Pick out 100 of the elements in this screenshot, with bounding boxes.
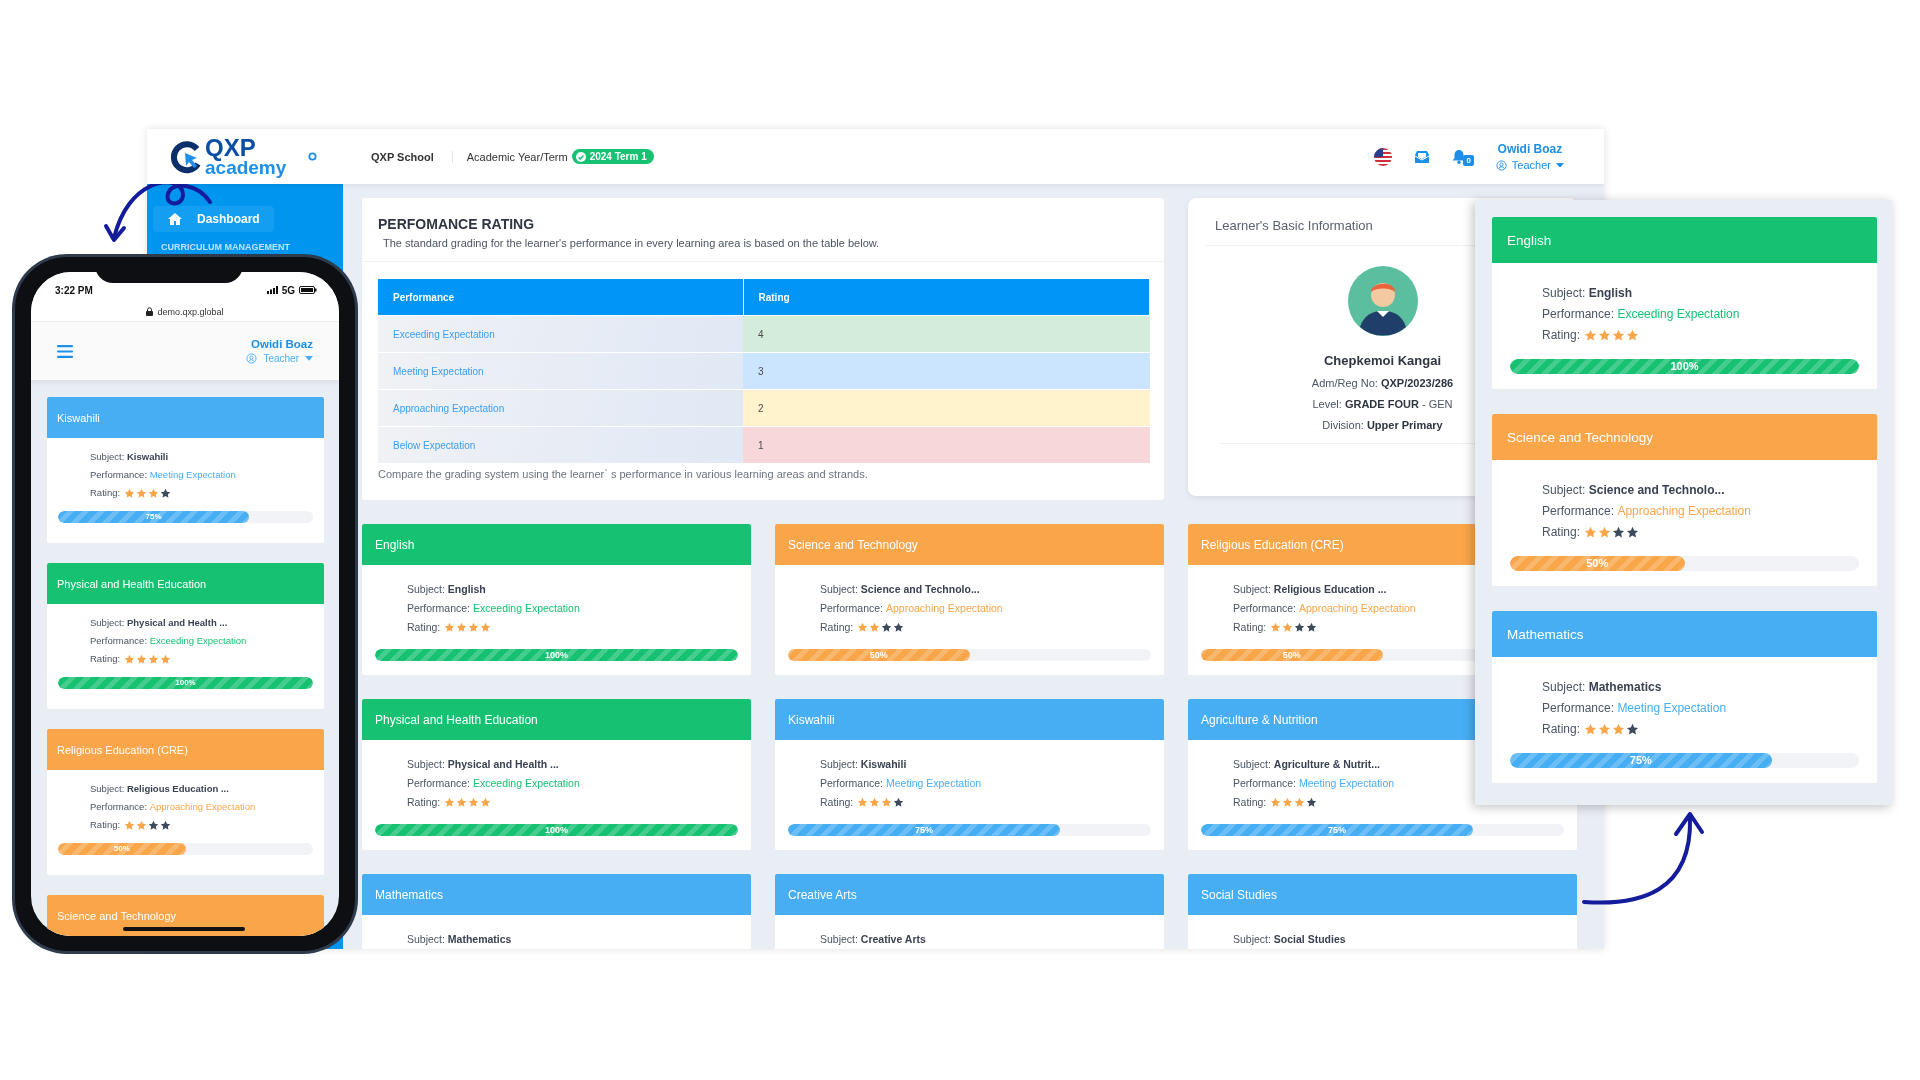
subject-line: Subject: Religious Education ... bbox=[1233, 582, 1388, 597]
network-label: 5G bbox=[281, 284, 295, 296]
star-icon bbox=[124, 819, 136, 831]
user-role[interactable]: Teacher bbox=[1511, 159, 1551, 171]
card-header: Mathematics bbox=[362, 874, 751, 915]
home-icon bbox=[167, 212, 183, 226]
rating-label: Rating: bbox=[820, 795, 854, 810]
star-icon bbox=[456, 622, 468, 633]
rating-label: Rating: bbox=[90, 652, 121, 666]
star-icon bbox=[881, 622, 893, 633]
card-header: English bbox=[1492, 217, 1877, 263]
table-note: Compare the grading system using the learner` s performance in various learning areas and strands. bbox=[378, 468, 869, 480]
lock-icon bbox=[146, 307, 154, 316]
progress-label: 100% bbox=[545, 650, 568, 660]
star-icon bbox=[1626, 329, 1640, 342]
signal-icon bbox=[266, 286, 278, 294]
star-icon bbox=[1584, 329, 1598, 342]
progress-label: 75% bbox=[145, 513, 162, 521]
card-header: English bbox=[362, 524, 751, 565]
star-icon bbox=[480, 797, 492, 808]
star-icon bbox=[1598, 329, 1612, 342]
star-icon bbox=[893, 622, 905, 633]
rating-label: Rating: bbox=[90, 818, 121, 832]
star-icon bbox=[160, 487, 172, 499]
star-icon bbox=[1294, 622, 1306, 633]
term-text: 2024 Term 1 bbox=[589, 151, 647, 162]
star-icon bbox=[1626, 526, 1640, 539]
performance-line: Performance: Meeting Expectation bbox=[820, 776, 983, 791]
user-icon bbox=[246, 353, 258, 364]
card-header: Physical and Health Education bbox=[47, 563, 324, 604]
card-header: Religious Education (CRE) bbox=[47, 729, 324, 770]
star-icon bbox=[1598, 723, 1612, 736]
star-icon bbox=[1282, 622, 1294, 633]
star-icon bbox=[468, 622, 480, 633]
star-icon bbox=[160, 819, 172, 831]
progress-label: 75% bbox=[915, 825, 934, 835]
subject-line: Subject: Science and Technolo... bbox=[820, 582, 981, 597]
subject-line: Subject: Mathematics bbox=[1542, 679, 1663, 696]
progress-label: 100% bbox=[175, 679, 196, 687]
table-cell: 1 bbox=[743, 426, 1150, 463]
user-name[interactable]: Owidi Boaz bbox=[1497, 142, 1563, 156]
subject-line: Subject: Creative Arts bbox=[820, 932, 927, 947]
performance-line: Performance: Exceeding Expectation bbox=[407, 776, 581, 791]
card-header: Kiswahili bbox=[47, 397, 324, 438]
star-icon bbox=[124, 487, 136, 499]
star-icon bbox=[1306, 622, 1318, 633]
star-icon bbox=[1270, 622, 1282, 633]
star-icon bbox=[444, 622, 456, 633]
star-icon bbox=[1612, 526, 1626, 539]
user-name[interactable]: Owidi Boaz bbox=[251, 338, 313, 350]
rating-label: Rating: bbox=[1233, 620, 1267, 635]
circle-icon[interactable] bbox=[308, 152, 318, 161]
card-header: Science and Technology bbox=[47, 895, 324, 936]
progress-label: 50% bbox=[1282, 650, 1301, 660]
performance-line: Performance: Exceeding Expectation bbox=[90, 634, 248, 648]
table-cell: Exceeding Expectation bbox=[378, 315, 743, 353]
card-header: Science and Technology bbox=[775, 524, 1164, 565]
star-icon bbox=[1584, 723, 1598, 736]
subject-line: Subject: English bbox=[407, 582, 487, 597]
star-icon bbox=[160, 653, 172, 665]
star-icon bbox=[1282, 797, 1294, 808]
mail-icon[interactable] bbox=[1414, 149, 1431, 164]
star-icon bbox=[1584, 526, 1598, 539]
star-icon bbox=[869, 622, 881, 633]
star-icon bbox=[1612, 723, 1626, 736]
performance-line: Performance: Approaching Expectation bbox=[90, 800, 257, 814]
table-header-cell: Rating bbox=[743, 279, 1150, 316]
subject-line: Subject: English bbox=[1542, 285, 1634, 302]
logo-icon bbox=[169, 139, 203, 174]
star-icon bbox=[136, 819, 148, 831]
school-name: QXP School bbox=[343, 150, 453, 163]
progress-label: 100% bbox=[545, 825, 568, 835]
subject-line: Subject: Physical and Health ... bbox=[407, 757, 560, 772]
card-subtitle: The standard grading for the learner's performance in every learning area is based on the table below. bbox=[383, 237, 881, 249]
menu-icon[interactable] bbox=[57, 344, 73, 358]
table-cell: 4 bbox=[743, 315, 1150, 353]
rating-label: Rating: bbox=[90, 486, 121, 500]
flag-icon[interactable] bbox=[1374, 147, 1393, 166]
star-icon bbox=[893, 797, 905, 808]
performance-line: Performance: Approaching Expectation bbox=[1542, 503, 1752, 520]
logo-title: QXP bbox=[205, 137, 256, 159]
term-label: Academic Year/Term bbox=[466, 150, 568, 163]
progress-label: 50% bbox=[113, 845, 130, 853]
star-icon bbox=[857, 622, 869, 633]
sidebar-item[interactable]: Dashboard bbox=[153, 206, 274, 232]
progress-label: 75% bbox=[1629, 755, 1652, 766]
star-icon bbox=[480, 622, 492, 633]
table-cell: 2 bbox=[743, 389, 1150, 427]
card-header: Mathematics bbox=[1492, 611, 1877, 657]
battery-icon bbox=[299, 286, 317, 294]
rating-label: Rating: bbox=[820, 620, 854, 635]
subject-line: Subject: Kiswahili bbox=[820, 757, 908, 772]
user-role[interactable]: Teacher bbox=[263, 353, 299, 364]
caret-icon bbox=[1556, 162, 1564, 168]
url-text[interactable]: demo.qxp.global bbox=[157, 306, 224, 317]
progress-label: 50% bbox=[1586, 558, 1609, 569]
star-icon bbox=[1598, 526, 1612, 539]
card-header: Social Studies bbox=[1188, 874, 1577, 915]
performance-line: Performance: Exceeding Expectation bbox=[407, 601, 581, 616]
star-icon bbox=[148, 653, 160, 665]
